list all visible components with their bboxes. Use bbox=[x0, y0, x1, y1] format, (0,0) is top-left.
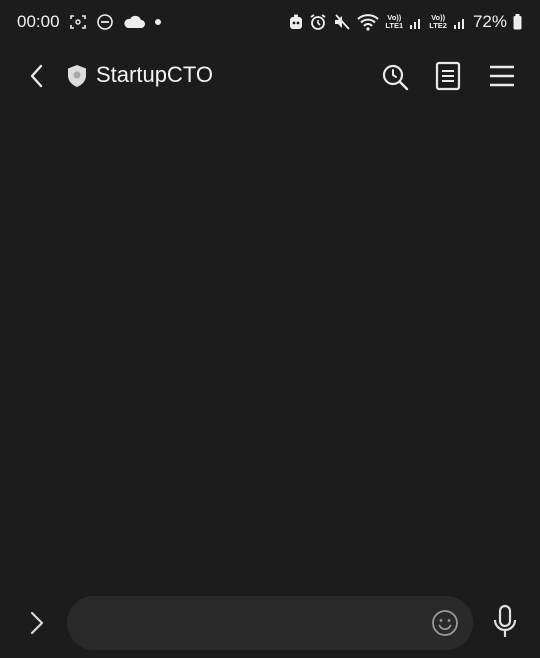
shield-icon bbox=[66, 64, 88, 88]
lte2-label: LTE2 bbox=[429, 21, 447, 30]
emoji-icon bbox=[432, 610, 458, 636]
chat-room-title: StartupCTO bbox=[96, 62, 213, 87]
search-button[interactable] bbox=[380, 62, 410, 92]
back-arrow-icon bbox=[30, 64, 43, 88]
notes-icon bbox=[435, 61, 461, 91]
clock: 00:00 bbox=[17, 12, 60, 31]
message-input-bar bbox=[0, 588, 540, 658]
back-button[interactable] bbox=[24, 62, 52, 90]
emoji-button[interactable] bbox=[430, 608, 460, 638]
signal-bars-2-icon bbox=[453, 15, 467, 29]
app-bar: StartupCTO bbox=[0, 50, 540, 102]
cloud-icon bbox=[123, 15, 145, 29]
lte1-indicator: Vo)) LTE1 bbox=[385, 14, 403, 30]
search-icon bbox=[382, 64, 409, 91]
do-not-disturb-icon bbox=[96, 13, 114, 31]
status-left: 00:00 bbox=[17, 12, 171, 32]
wifi-icon bbox=[357, 13, 380, 31]
notes-button[interactable] bbox=[434, 61, 462, 91]
status-right: Vo)) LTE1 Vo)) LTE2 72% bbox=[283, 12, 522, 32]
microphone-button[interactable] bbox=[490, 604, 520, 640]
notification-dot-icon bbox=[154, 18, 162, 26]
mute-icon bbox=[333, 13, 351, 31]
app-notification-icon bbox=[289, 14, 303, 30]
expand-menu-button[interactable] bbox=[24, 610, 50, 636]
chevron-right-icon bbox=[30, 611, 44, 635]
battery-icon bbox=[513, 14, 522, 30]
lte2-indicator: Vo)) LTE2 bbox=[429, 14, 447, 30]
chat-message-area[interactable] bbox=[0, 110, 540, 580]
menu-button[interactable] bbox=[488, 62, 516, 90]
battery-percentage: 72% bbox=[472, 12, 507, 31]
message-input[interactable] bbox=[67, 596, 473, 650]
screenshot-icon bbox=[69, 14, 87, 30]
lte1-label: LTE1 bbox=[385, 21, 404, 30]
microphone-icon bbox=[493, 604, 517, 637]
menu-icon bbox=[490, 65, 514, 87]
alarm-icon bbox=[309, 13, 327, 31]
status-bar: 00:00 Vo)) LTE1 Vo)) LTE2 72% bbox=[0, 0, 540, 44]
signal-bars-1-icon bbox=[409, 15, 423, 29]
